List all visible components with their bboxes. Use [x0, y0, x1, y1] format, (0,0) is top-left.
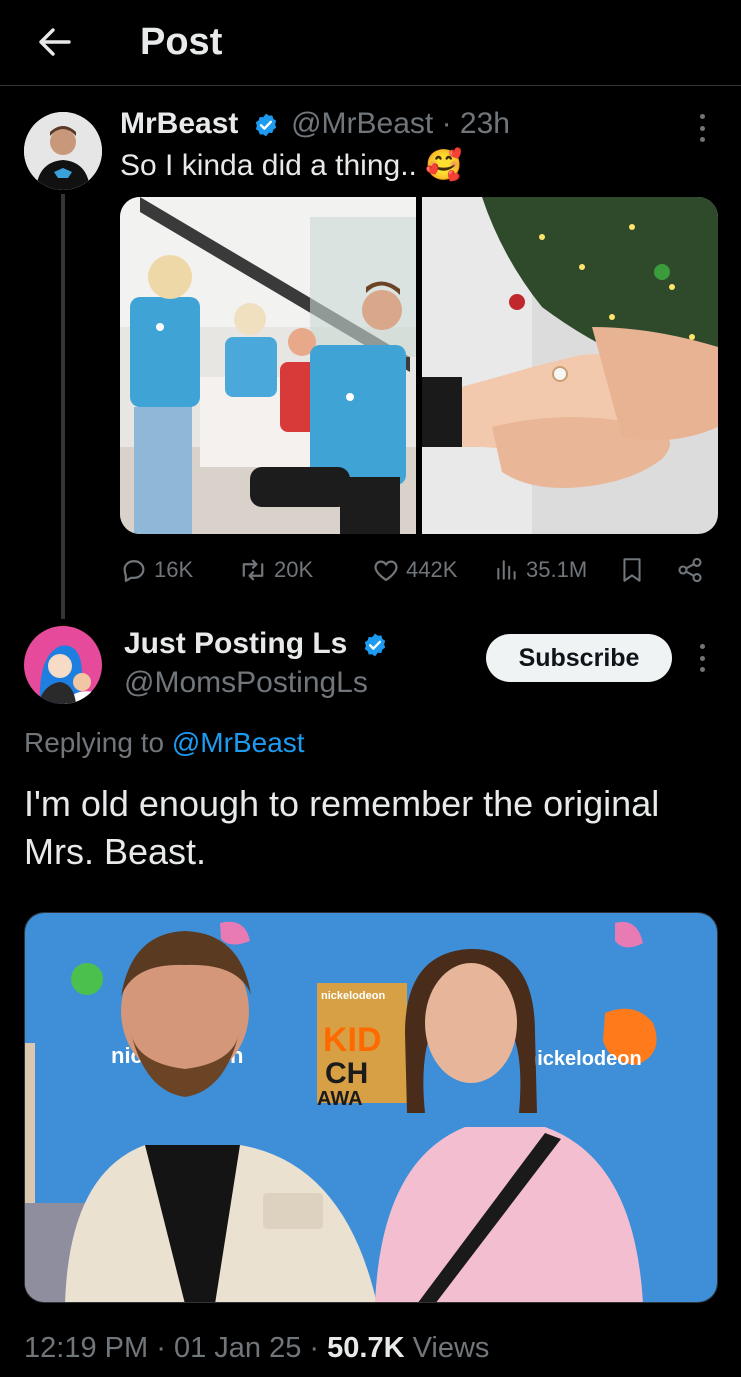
tweet-media [120, 197, 718, 534]
post-meta: 12:19 PM · 01 Jan 25 · 50.7K Views [24, 1328, 489, 1368]
thread-line [61, 194, 65, 619]
like-button[interactable]: 442K [372, 553, 457, 587]
bookmark-button[interactable] [620, 553, 644, 587]
meta-dot: · [156, 1332, 166, 1364]
photo-living-room [120, 197, 416, 534]
view-count: 35.1M [526, 557, 588, 582]
author-name[interactable]: MrBeast [120, 107, 238, 140]
smiling-hearts-emoji: 🥰 [425, 149, 463, 182]
arrow-left-icon [39, 28, 71, 56]
reply-more-options-button[interactable] [692, 640, 712, 676]
repost-count: 20K [274, 557, 314, 582]
replying-to-handle-link[interactable]: @MrBeast [172, 727, 305, 758]
views-count[interactable]: 50.7K [327, 1332, 404, 1364]
tweet-text: So I kinda did a thing.. 🥰 [120, 146, 463, 186]
verified-badge-icon [255, 113, 276, 137]
avatar-mrbeast[interactable] [24, 112, 102, 190]
dot-icon [699, 655, 705, 661]
dot-icon [699, 114, 705, 119]
photo-ring-hand [422, 197, 718, 534]
reply-author-name[interactable]: Just Posting Ls [124, 627, 347, 660]
post-time: 12:19 PM [24, 1332, 149, 1364]
repost-button[interactable]: 20K [238, 553, 313, 587]
top-bar: Post [0, 0, 741, 86]
nickelodeon-text-right: nickelodeon [525, 1048, 642, 1070]
proposal-photo[interactable] [120, 197, 416, 534]
tweet-header: MrBeast @MrBeast · 23h [120, 104, 510, 144]
author-handle[interactable]: @MrBeast [291, 107, 433, 140]
share-button[interactable] [676, 553, 704, 587]
reply-button[interactable]: 16K [120, 553, 193, 587]
reply-bubble-icon [123, 560, 145, 582]
reply-author-handle[interactable]: @MomsPostingLs [124, 663, 368, 703]
reply-photo[interactable]: nic n nickelodeon nickelodeon KID CH AWA [24, 912, 718, 1303]
tweet-actions: 16K 20K 442K 35.1M [120, 553, 718, 587]
dot-icon [699, 125, 705, 131]
kca-logo-line1: KID [323, 1021, 382, 1059]
share-icon [678, 557, 702, 583]
back-button[interactable] [30, 18, 78, 66]
bar-chart-icon [497, 560, 516, 580]
dot-icon [699, 644, 705, 649]
subscribe-button[interactable]: Subscribe [486, 634, 672, 682]
dot-icon [699, 667, 705, 672]
verified-badge-icon [364, 633, 385, 657]
reply-author-row: Just Posting Ls [124, 624, 388, 664]
separator-dot: · [441, 107, 452, 140]
dot-icon [699, 137, 705, 142]
kca-logo-line3: AWA [317, 1088, 363, 1110]
tweet-body: So I kinda did a thing.. [120, 149, 417, 182]
heart-icon [374, 560, 398, 582]
repost-icon [242, 559, 264, 581]
photo-kids-choice-awards: nic n nickelodeon nickelodeon KID CH AWA [25, 913, 717, 1302]
replying-prefix: Replying to [24, 727, 165, 758]
meta-dot: · [309, 1332, 320, 1364]
kca-logo-small: nickelodeon [321, 990, 385, 1002]
cartoon-avatar [24, 626, 102, 704]
more-options-button[interactable] [692, 110, 712, 146]
views-label: Views [412, 1332, 490, 1364]
person-photo [24, 112, 102, 190]
ring-photo[interactable] [422, 197, 718, 534]
bookmark-icon [623, 558, 641, 582]
reply-text: I'm old enough to remember the original … [24, 783, 660, 872]
replying-to: Replying to @MrBeast [24, 724, 305, 762]
avatar-momspostingls[interactable] [24, 626, 102, 704]
views-button[interactable]: 35.1M [494, 553, 587, 587]
timestamp[interactable]: 23h [460, 107, 510, 140]
page-title: Post [140, 21, 223, 63]
reply-count: 16K [154, 557, 194, 582]
kca-logo-line2: CH [325, 1057, 368, 1090]
post-date: 01 Jan 25 [173, 1332, 302, 1364]
like-count: 442K [406, 557, 458, 582]
